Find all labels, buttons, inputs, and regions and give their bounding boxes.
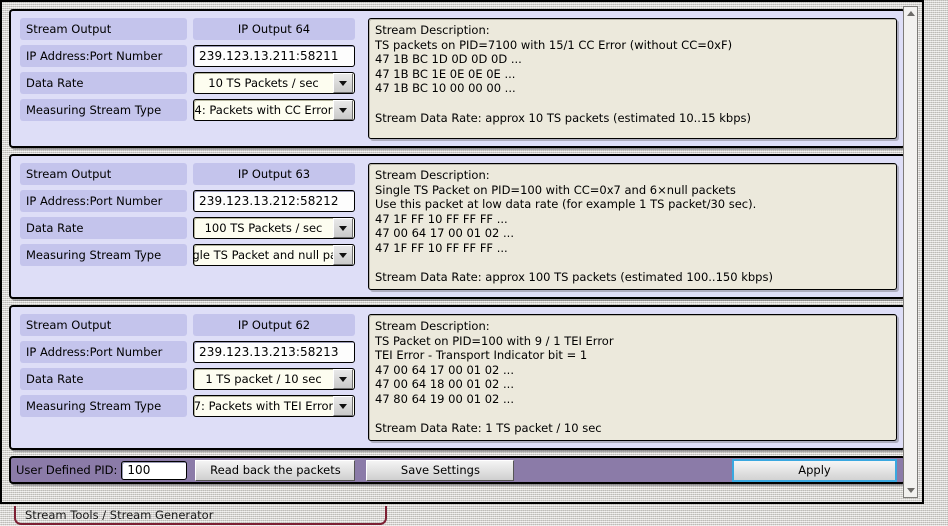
stream-generator-window: Stream Output IP Output 64 IP Address:Po… xyxy=(0,0,924,504)
stream-output-value: IP Output 64 xyxy=(193,18,355,40)
scrollbar-track[interactable] xyxy=(904,20,917,484)
measuring-stream-type-row: Measuring Stream Type 6: Single TS Packe… xyxy=(20,244,360,266)
measuring-stream-type-selected-value: 7: Packets with TEI Error xyxy=(194,399,333,413)
user-defined-pid-input[interactable]: 100 xyxy=(121,460,188,480)
stream-output-row: Stream Output IP Output 62 xyxy=(20,314,360,336)
ip-address-port-label: IP Address:Port Number xyxy=(20,190,187,212)
stream-output-label: Stream Output xyxy=(20,314,187,336)
data-rate-select[interactable]: 10 TS Packets / sec xyxy=(193,72,355,94)
action-bar: User Defined PID: 100 Read back the pack… xyxy=(9,456,906,484)
stream-output-label: Stream Output xyxy=(20,163,187,185)
data-rate-label: Data Rate xyxy=(20,217,187,239)
data-rate-label: Data Rate xyxy=(20,72,187,94)
data-rate-row: Data Rate 10 TS Packets / sec xyxy=(20,72,360,94)
data-rate-label: Data Rate xyxy=(20,368,187,390)
stream-form: Stream Output IP Output 63 IP Address:Po… xyxy=(20,163,360,290)
data-rate-select[interactable]: 1 TS packet / 10 sec xyxy=(193,368,355,390)
stream-panels-container: Stream Output IP Output 64 IP Address:Po… xyxy=(9,9,912,484)
save-settings-button[interactable]: Save Settings xyxy=(366,459,515,481)
measuring-stream-type-select[interactable]: 4: Packets with CC Error xyxy=(193,99,355,121)
ip-address-port-input[interactable]: 239.123.13.211:58211 xyxy=(193,45,355,67)
scroll-up-arrow-icon[interactable] xyxy=(904,7,917,20)
data-rate-selected-value: 100 TS Packets / sec xyxy=(204,221,323,235)
apply-button[interactable]: Apply xyxy=(732,458,897,482)
vertical-scrollbar[interactable] xyxy=(903,6,918,498)
measuring-stream-type-label: Measuring Stream Type xyxy=(20,99,187,121)
measuring-stream-type-select[interactable]: 7: Packets with TEI Error xyxy=(193,395,355,417)
ip-address-port-input[interactable]: 239.123.13.212:58212 xyxy=(193,190,355,212)
data-rate-selected-value: 1 TS packet / 10 sec xyxy=(205,372,322,386)
measuring-stream-type-label: Measuring Stream Type xyxy=(20,395,187,417)
measuring-stream-type-row: Measuring Stream Type 7: Packets with TE… xyxy=(20,395,360,417)
ip-address-port-row: IP Address:Port Number 239.123.13.212:58… xyxy=(20,190,360,212)
stream-output-label: Stream Output xyxy=(20,18,187,40)
stream-form: Stream Output IP Output 64 IP Address:Po… xyxy=(20,18,360,139)
ip-address-port-row: IP Address:Port Number 239.123.13.213:58… xyxy=(20,341,360,363)
stream-output-row: Stream Output IP Output 64 xyxy=(20,18,360,40)
stream-panel: Stream Output IP Output 62 IP Address:Po… xyxy=(9,305,906,450)
ip-address-port-row: IP Address:Port Number 239.123.13.211:58… xyxy=(20,45,360,67)
chevron-down-icon[interactable] xyxy=(333,100,353,120)
ip-address-port-input[interactable]: 239.123.13.213:58213 xyxy=(193,341,355,363)
chevron-down-icon[interactable] xyxy=(333,218,353,238)
measuring-stream-type-select[interactable]: 6: Single TS Packet and null packets xyxy=(193,244,355,266)
measuring-stream-type-row: Measuring Stream Type 4: Packets with CC… xyxy=(20,99,360,121)
data-rate-select[interactable]: 100 TS Packets / sec xyxy=(193,217,355,239)
chevron-down-icon[interactable] xyxy=(333,369,353,389)
stream-output-value: IP Output 62 xyxy=(193,314,355,336)
stream-panel: Stream Output IP Output 63 IP Address:Po… xyxy=(9,154,906,299)
stream-description-box: Stream Description: TS Packet on PID=100… xyxy=(368,314,897,441)
scroll-down-arrow-icon[interactable] xyxy=(904,484,917,497)
stream-output-row: Stream Output IP Output 63 xyxy=(20,163,360,185)
ip-address-port-label: IP Address:Port Number xyxy=(20,341,187,363)
data-rate-row: Data Rate 1 TS packet / 10 sec xyxy=(20,368,360,390)
stream-output-value: IP Output 63 xyxy=(193,163,355,185)
chevron-down-icon[interactable] xyxy=(333,396,353,416)
stream-panel: Stream Output IP Output 64 IP Address:Po… xyxy=(9,9,906,148)
measuring-stream-type-label: Measuring Stream Type xyxy=(20,244,187,266)
user-defined-pid-label: User Defined PID: xyxy=(16,463,118,477)
stream-form: Stream Output IP Output 62 IP Address:Po… xyxy=(20,314,360,441)
ip-address-port-label: IP Address:Port Number xyxy=(20,45,187,67)
data-rate-selected-value: 10 TS Packets / sec xyxy=(208,76,319,90)
measuring-stream-type-selected-value: 6: Single TS Packet and null packets xyxy=(194,248,333,262)
stream-description-box: Stream Description: Single TS Packet on … xyxy=(368,163,897,290)
window-title-tab[interactable]: Stream Tools / Stream Generator xyxy=(14,506,387,525)
measuring-stream-type-selected-value: 4: Packets with CC Error xyxy=(194,103,333,117)
data-rate-row: Data Rate 100 TS Packets / sec xyxy=(20,217,360,239)
read-back-packets-button[interactable]: Read back the packets xyxy=(195,459,356,481)
chevron-down-icon[interactable] xyxy=(333,245,353,265)
stream-description-box: Stream Description: TS packets on PID=71… xyxy=(368,18,897,139)
chevron-down-icon[interactable] xyxy=(333,73,353,93)
